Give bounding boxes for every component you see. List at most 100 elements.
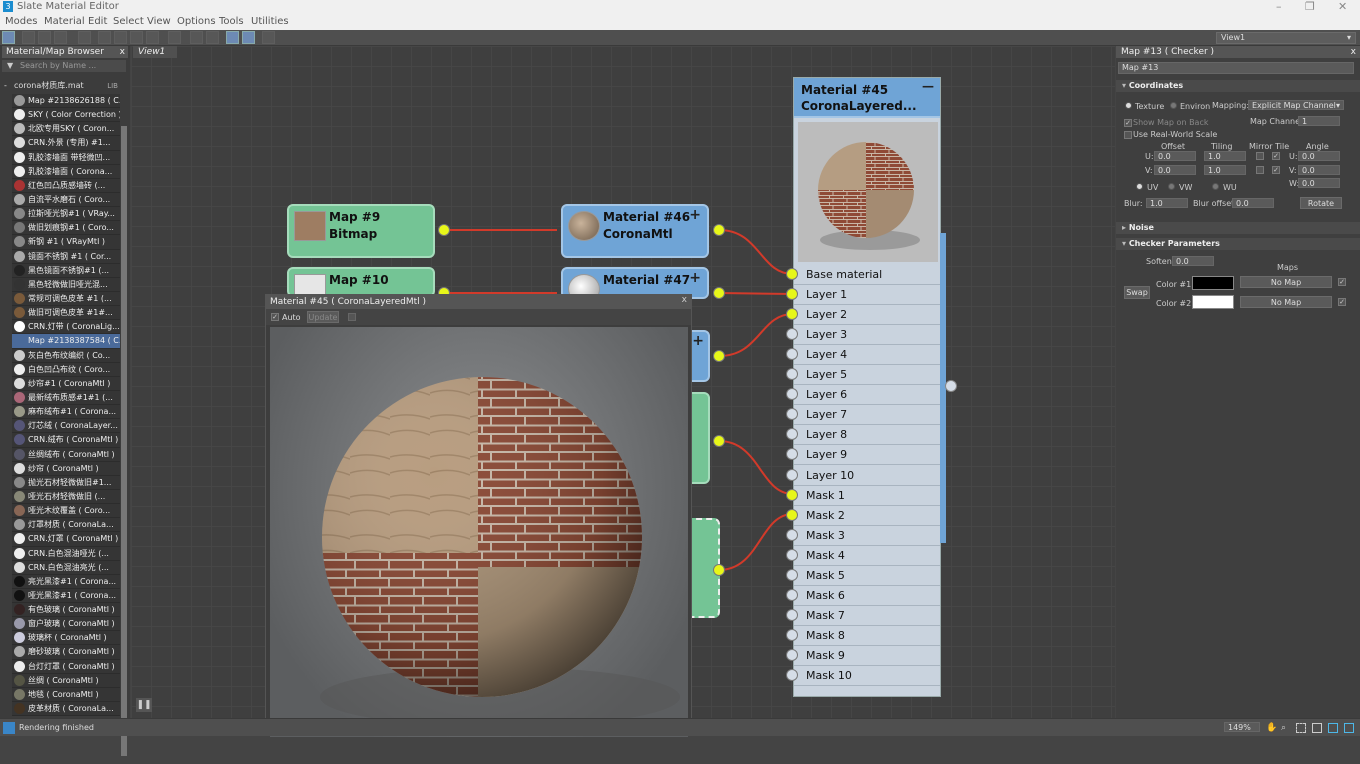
slot-row[interactable]: Layer 10 [794, 466, 940, 486]
slot-row[interactable]: Layer 3 [794, 325, 940, 346]
blur-spinner[interactable]: 1.0 [1146, 198, 1188, 208]
collapse-icon[interactable]: — [922, 79, 934, 93]
map-name-field[interactable]: Map #13 [1118, 62, 1354, 74]
slot-row[interactable]: Mask 8 [794, 626, 940, 646]
node-material-45[interactable]: Material #45 CoronaLayered... — Base mate… [793, 77, 946, 697]
pan-view-icon[interactable]: ❚❚ [136, 698, 152, 712]
v-tiling-spinner[interactable]: 1.0 [1204, 165, 1246, 175]
preview-window[interactable]: Material #45 ( CoronaLayeredMtl ) x ✓ Au… [265, 294, 692, 737]
input-socket[interactable] [786, 548, 798, 561]
v-tile-checkbox[interactable]: ✓ [1272, 166, 1280, 174]
color-2-map-checkbox[interactable]: ✓ [1338, 298, 1346, 306]
real-world-scale-checkbox[interactable] [1124, 131, 1132, 139]
input-socket[interactable] [786, 508, 798, 521]
node-header[interactable]: Material #45 CoronaLayered... — [794, 78, 940, 118]
color-1-map-checkbox[interactable]: ✓ [1338, 278, 1346, 286]
output-socket[interactable] [713, 224, 725, 236]
noise-rollout[interactable]: ▸ Noise [1116, 222, 1360, 234]
material-output-socket[interactable] [945, 380, 957, 392]
texture-radio[interactable] [1125, 102, 1132, 109]
slot-row[interactable]: Layer 7 [794, 405, 940, 426]
w-angle-spinner[interactable]: 0.0 [1298, 178, 1340, 188]
input-socket[interactable] [786, 669, 798, 681]
checker-parameters-rollout[interactable]: ▾ Checker Parameters [1116, 238, 1360, 250]
zoom-dropdown[interactable]: 149% [1224, 722, 1260, 732]
auto-checkbox[interactable]: ✓ [271, 313, 279, 321]
rotate-button[interactable]: Rotate [1300, 197, 1342, 209]
input-socket[interactable] [786, 568, 798, 581]
slot-row[interactable]: Layer 5 [794, 365, 940, 386]
zoom-region-icon[interactable] [1296, 723, 1306, 733]
vw-radio[interactable] [1168, 183, 1175, 190]
slot-row[interactable]: Mask 2 [794, 506, 940, 526]
input-socket[interactable] [786, 468, 798, 481]
update-button[interactable]: Update [307, 311, 339, 323]
slot-row[interactable]: Layer 9 [794, 445, 940, 466]
slot-row[interactable]: Mask 4 [794, 546, 940, 566]
slot-row[interactable]: Mask 1 [794, 486, 940, 506]
blur-offset-spinner[interactable]: 0.0 [1232, 198, 1274, 208]
u-mirror-checkbox[interactable] [1256, 152, 1264, 160]
swap-button[interactable]: Swap [1124, 286, 1150, 299]
input-socket[interactable] [786, 648, 798, 661]
input-socket[interactable] [786, 528, 798, 541]
slot-row[interactable]: Mask 5 [794, 566, 940, 586]
options-icon[interactable] [348, 313, 356, 321]
output-socket[interactable] [713, 564, 725, 576]
wu-radio[interactable] [1212, 183, 1219, 190]
soften-spinner[interactable]: 0.0 [1172, 256, 1214, 266]
input-socket[interactable] [786, 488, 798, 501]
output-socket[interactable] [713, 287, 725, 299]
input-socket[interactable] [786, 288, 798, 301]
slot-row[interactable]: Layer 8 [794, 425, 940, 446]
uv-radio[interactable] [1136, 183, 1143, 190]
slot-row[interactable]: Base material [794, 265, 940, 285]
slot-row[interactable]: Mask 3 [794, 526, 940, 546]
color-1-map-button[interactable]: No Map [1240, 276, 1332, 288]
pan-icon[interactable]: ✋ [1266, 723, 1277, 733]
slot-row[interactable]: Layer 2 [794, 305, 940, 326]
preview-close-button[interactable]: x [682, 295, 687, 305]
output-socket[interactable] [713, 435, 725, 447]
u-offset-spinner[interactable]: 0.0 [1154, 151, 1196, 161]
slot-row[interactable]: Mask 9 [794, 646, 940, 666]
color-2-swatch[interactable] [1192, 295, 1234, 309]
v-angle-spinner[interactable]: 0.0 [1298, 165, 1340, 175]
slot-row[interactable]: Mask 7 [794, 606, 940, 626]
output-socket[interactable] [713, 350, 725, 362]
u-tiling-spinner[interactable]: 1.0 [1204, 151, 1246, 161]
zoom-icon[interactable]: ⌕ [1281, 723, 1291, 733]
zoom-extents-icon[interactable] [1312, 723, 1322, 733]
input-socket[interactable] [786, 608, 798, 621]
input-socket[interactable] [786, 308, 798, 321]
coordinates-rollout[interactable]: ▾ Coordinates [1116, 80, 1360, 92]
toggle-icon[interactable] [1344, 723, 1354, 733]
mapping-dropdown[interactable]: Explicit Map Channel ▾ [1248, 100, 1344, 110]
node-map-9[interactable]: Map #9 Bitmap [287, 204, 435, 258]
input-socket[interactable] [786, 588, 798, 601]
input-socket[interactable] [786, 628, 798, 641]
close-icon[interactable]: x [1351, 46, 1356, 58]
expand-icon[interactable]: + [689, 207, 701, 223]
slot-row[interactable]: Mask 6 [794, 586, 940, 606]
input-socket[interactable] [786, 268, 798, 280]
node-map-10[interactable]: Map #10 [287, 267, 435, 297]
expand-icon[interactable]: + [692, 333, 704, 349]
color-2-map-button[interactable]: No Map [1240, 296, 1332, 308]
u-tile-checkbox[interactable]: ✓ [1272, 152, 1280, 160]
show-map-on-back-checkbox[interactable]: ✓ [1124, 119, 1132, 127]
node-material-46[interactable]: Material #46 CoronaMtl + [561, 204, 709, 258]
expand-icon[interactable]: + [689, 270, 701, 286]
preview-title[interactable]: Material #45 ( CoronaLayeredMtl ) [266, 295, 691, 309]
map-channel-spinner[interactable]: 1 [1298, 116, 1340, 126]
slot-row[interactable]: Layer 6 [794, 385, 940, 406]
environ-radio[interactable] [1170, 102, 1177, 109]
zoom-extents-selected-icon[interactable] [1328, 723, 1338, 733]
v-offset-spinner[interactable]: 0.0 [1154, 165, 1196, 175]
u-angle-spinner[interactable]: 0.0 [1298, 151, 1340, 161]
slot-row[interactable]: Layer 1 [794, 285, 940, 306]
slot-row[interactable]: Layer 4 [794, 345, 940, 366]
slot-row[interactable]: Mask 10 [794, 666, 940, 686]
v-mirror-checkbox[interactable] [1256, 166, 1264, 174]
color-1-swatch[interactable] [1192, 276, 1234, 290]
